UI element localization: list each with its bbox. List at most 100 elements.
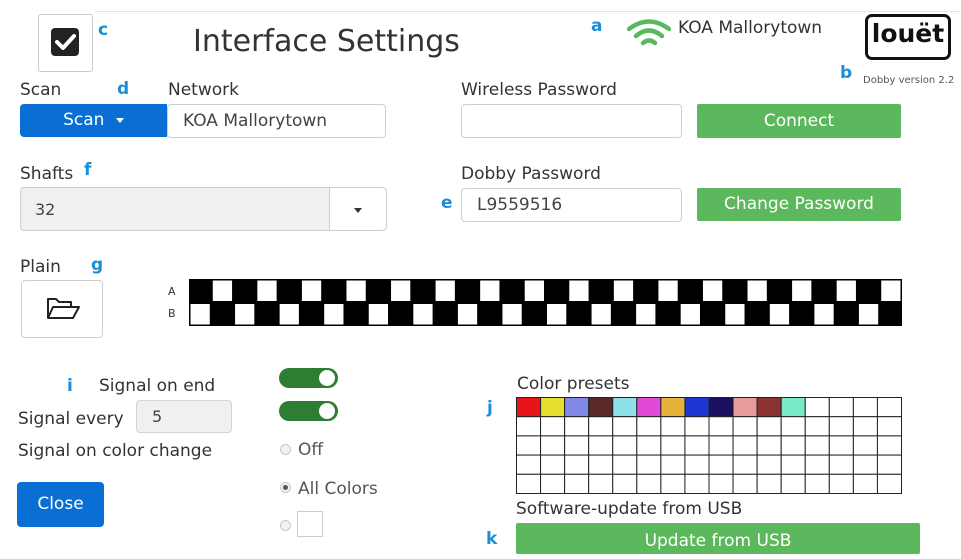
- pattern-cell[interactable]: [613, 280, 634, 302]
- color-preset-swatch[interactable]: [564, 435, 590, 456]
- pattern-cell[interactable]: [212, 280, 233, 302]
- shafts-select[interactable]: 32: [20, 187, 387, 231]
- pattern-cell[interactable]: [368, 304, 389, 325]
- color-presets-grid[interactable]: [516, 397, 902, 494]
- color-preset-swatch[interactable]: [780, 473, 806, 494]
- pattern-cell[interactable]: [279, 304, 299, 325]
- pattern-cell[interactable]: [881, 280, 901, 302]
- signal-every-input[interactable]: 5: [136, 400, 232, 433]
- pattern-cell[interactable]: [769, 304, 790, 325]
- color-preset-swatch[interactable]: [804, 435, 830, 456]
- pattern-grid[interactable]: [189, 279, 902, 326]
- color-preset-swatch[interactable]: [876, 416, 902, 437]
- update-from-usb-button[interactable]: Update from USB: [516, 523, 920, 554]
- pattern-cell[interactable]: [480, 280, 500, 302]
- wireless-password-input[interactable]: [461, 104, 682, 138]
- color-preset-swatch[interactable]: [780, 416, 806, 437]
- pattern-cell[interactable]: [792, 280, 812, 302]
- pattern-cell[interactable]: [569, 280, 589, 302]
- color-preset-swatch[interactable]: [516, 473, 542, 494]
- color-preset-swatch[interactable]: [876, 397, 902, 418]
- color-preset-swatch[interactable]: [756, 454, 782, 475]
- pattern-cell[interactable]: [435, 280, 455, 302]
- color-preset-swatch[interactable]: [588, 473, 614, 494]
- color-preset-swatch[interactable]: [612, 416, 638, 437]
- connect-button[interactable]: Connect: [697, 104, 901, 138]
- custom-color-swatch[interactable]: [297, 511, 323, 537]
- color-preset-swatch[interactable]: [780, 435, 806, 456]
- color-preset-swatch[interactable]: [636, 435, 662, 456]
- pattern-cell[interactable]: [680, 304, 700, 325]
- color-preset-swatch[interactable]: [564, 416, 590, 437]
- color-preset-swatch[interactable]: [852, 473, 878, 494]
- color-preset-swatch[interactable]: [588, 435, 614, 456]
- pattern-cell[interactable]: [301, 280, 322, 302]
- color-preset-swatch[interactable]: [612, 454, 638, 475]
- color-preset-swatch[interactable]: [828, 454, 854, 475]
- color-preset-swatch[interactable]: [852, 435, 878, 456]
- color-preset-swatch[interactable]: [756, 416, 782, 437]
- color-preset-swatch[interactable]: [540, 454, 566, 475]
- color-preset-swatch[interactable]: [660, 435, 686, 456]
- pattern-cell[interactable]: [591, 304, 611, 325]
- color-preset-swatch[interactable]: [516, 416, 542, 437]
- color-preset-swatch[interactable]: [708, 397, 734, 418]
- color-preset-swatch[interactable]: [732, 397, 758, 418]
- color-preset-swatch[interactable]: [732, 416, 758, 437]
- color-preset-swatch[interactable]: [828, 473, 854, 494]
- color-preset-swatch[interactable]: [516, 435, 542, 456]
- network-input[interactable]: KOA Mallorytown: [167, 104, 386, 138]
- pattern-cell[interactable]: [391, 280, 411, 302]
- color-change-custom-radio[interactable]: [280, 520, 291, 531]
- color-preset-swatch[interactable]: [660, 416, 686, 437]
- pattern-cell[interactable]: [725, 304, 745, 325]
- color-preset-swatch[interactable]: [732, 435, 758, 456]
- color-preset-swatch[interactable]: [612, 473, 638, 494]
- color-preset-swatch[interactable]: [708, 473, 734, 494]
- pattern-cell[interactable]: [547, 304, 567, 325]
- change-password-button[interactable]: Change Password: [697, 188, 901, 221]
- color-preset-swatch[interactable]: [636, 473, 662, 494]
- pattern-cell[interactable]: [457, 304, 478, 325]
- color-preset-swatch[interactable]: [564, 473, 590, 494]
- color-preset-swatch[interactable]: [564, 397, 590, 418]
- color-preset-swatch[interactable]: [876, 473, 902, 494]
- color-preset-swatch[interactable]: [636, 416, 662, 437]
- color-preset-swatch[interactable]: [540, 416, 566, 437]
- color-change-all-radio[interactable]: [280, 482, 291, 493]
- color-preset-swatch[interactable]: [732, 473, 758, 494]
- pattern-cell[interactable]: [190, 304, 210, 325]
- color-preset-swatch[interactable]: [636, 397, 662, 418]
- color-preset-swatch[interactable]: [852, 397, 878, 418]
- color-preset-swatch[interactable]: [804, 454, 830, 475]
- pattern-cell[interactable]: [346, 280, 366, 302]
- color-preset-swatch[interactable]: [636, 454, 662, 475]
- signal-on-end-toggle[interactable]: [279, 368, 338, 388]
- color-preset-swatch[interactable]: [684, 435, 710, 456]
- color-preset-swatch[interactable]: [756, 435, 782, 456]
- pattern-cell[interactable]: [836, 280, 856, 302]
- color-preset-swatch[interactable]: [852, 454, 878, 475]
- color-preset-swatch[interactable]: [828, 416, 854, 437]
- color-preset-swatch[interactable]: [732, 454, 758, 475]
- close-button[interactable]: Close: [17, 482, 104, 527]
- scan-button[interactable]: Scan: [20, 104, 167, 137]
- color-preset-swatch[interactable]: [828, 435, 854, 456]
- checkbox-icon[interactable]: [38, 14, 93, 72]
- color-preset-swatch[interactable]: [804, 397, 830, 418]
- open-file-button[interactable]: [21, 280, 103, 338]
- color-preset-swatch[interactable]: [540, 397, 566, 418]
- pattern-cell[interactable]: [702, 280, 723, 302]
- color-preset-swatch[interactable]: [708, 454, 734, 475]
- color-preset-swatch[interactable]: [564, 454, 590, 475]
- color-preset-swatch[interactable]: [540, 435, 566, 456]
- color-preset-swatch[interactable]: [684, 473, 710, 494]
- pattern-cell[interactable]: [858, 304, 879, 325]
- color-preset-swatch[interactable]: [540, 473, 566, 494]
- color-preset-swatch[interactable]: [660, 454, 686, 475]
- signal-every-toggle[interactable]: [279, 401, 338, 421]
- color-preset-swatch[interactable]: [876, 435, 902, 456]
- color-preset-swatch[interactable]: [876, 454, 902, 475]
- color-preset-swatch[interactable]: [516, 397, 542, 418]
- color-preset-swatch[interactable]: [756, 397, 782, 418]
